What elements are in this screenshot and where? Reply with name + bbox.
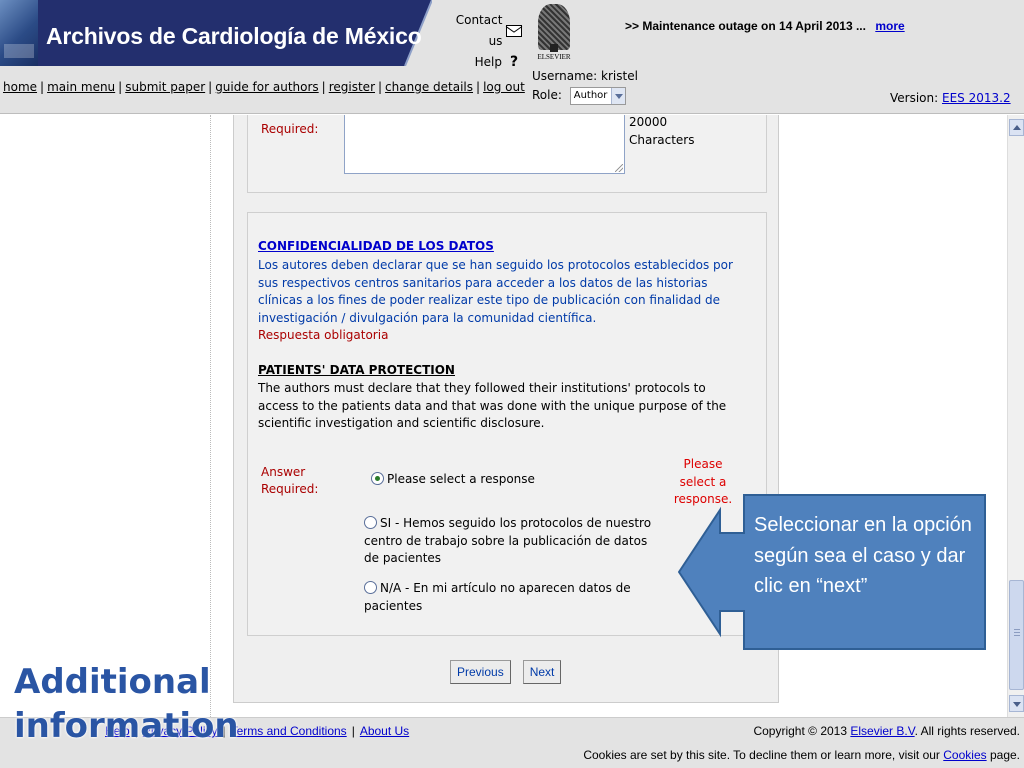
- character-limit: 20000 Characters: [629, 115, 695, 147]
- version-info: Version: EES 2013.2: [890, 91, 1011, 105]
- help-link[interactable]: Help ?: [440, 52, 522, 73]
- option-select-response[interactable]: Please select a response: [371, 471, 671, 489]
- slide-title: Additional information: [14, 662, 239, 746]
- option-label: SI - Hemos seguido los protocolos de nue…: [364, 516, 652, 565]
- form-navigation: Previous Next: [450, 660, 562, 684]
- footer-terms-link[interactable]: Terms and Conditions: [231, 724, 347, 738]
- chevron-down-icon: [611, 87, 626, 104]
- instruction-callout: Seleccionar en la opción según sea el ca…: [678, 494, 987, 650]
- version-link[interactable]: EES 2013.2: [942, 91, 1011, 105]
- elsevier-logo: ELSEVIER: [532, 4, 576, 64]
- callout-text: Seleccionar en la opción según sea el ca…: [754, 514, 972, 597]
- main-navigation: home | main menu | submit paper | guide for au…: [3, 80, 525, 94]
- elsevier-wordmark: ELSEVIER: [537, 53, 571, 61]
- cookies-notice: Cookies are set by this site. To decline…: [583, 748, 1020, 762]
- role-select[interactable]: Author: [569, 86, 627, 105]
- left-column: [0, 115, 211, 717]
- maintenance-more-link[interactable]: more: [875, 19, 904, 33]
- radio-selected-icon[interactable]: [371, 472, 384, 485]
- version-label: Version:: [890, 91, 939, 105]
- previous-question-panel: Required: 20000 Characters: [247, 115, 767, 193]
- copyright-notice: Copyright © 2013 Elsevier B.V. All right…: [753, 724, 1020, 738]
- maintenance-text: >> Maintenance outage on 14 April 2013 .…: [625, 19, 866, 33]
- next-button[interactable]: Next: [522, 660, 562, 684]
- english-heading: PATIENTS' DATA PROTECTION: [258, 363, 455, 377]
- journal-logo: [0, 0, 38, 66]
- contact-us-label: Contact us: [455, 13, 503, 48]
- contact-help-box: Contact us Help ?: [440, 10, 522, 73]
- scroll-thumb[interactable]: [1009, 580, 1024, 690]
- previous-button[interactable]: Previous: [450, 660, 511, 684]
- role-row: Role: Author: [532, 86, 638, 105]
- help-label: Help: [474, 55, 502, 69]
- option-label: N/A - En mi artículo no aparecen datos d…: [364, 581, 631, 613]
- envelope-icon: [506, 25, 522, 37]
- elsevier-link[interactable]: Elsevier B.V: [850, 724, 914, 738]
- scroll-down-arrow-icon[interactable]: [1009, 695, 1024, 712]
- answer-required-label: Answer Required:: [261, 465, 319, 496]
- english-description: The authors must declare that they follo…: [258, 381, 727, 430]
- scroll-up-arrow-icon[interactable]: [1009, 119, 1024, 136]
- role-select-value: Author: [573, 90, 608, 101]
- option-si[interactable]: SI - Hemos seguido los protocolos de nue…: [364, 515, 664, 568]
- nav-submit-paper[interactable]: submit paper: [125, 80, 205, 94]
- nav-home[interactable]: home: [3, 80, 37, 94]
- mandatory-note: Respuesta obligatoria: [258, 328, 389, 342]
- spanish-heading-link[interactable]: CONFIDENCIALIDAD DE LOS DATOS: [258, 239, 494, 253]
- radio-icon[interactable]: [364, 581, 377, 594]
- option-label: Please select a response: [387, 472, 535, 486]
- nav-main-menu[interactable]: main menu: [47, 80, 115, 94]
- response-textarea[interactable]: [344, 115, 625, 174]
- username-text: Username: kristel: [532, 69, 638, 83]
- nav-register[interactable]: register: [329, 80, 375, 94]
- cookies-link[interactable]: Cookies: [943, 748, 986, 762]
- spanish-description: Los autores deben declarar que se han se…: [258, 258, 733, 325]
- journal-banner: Archivos de Cardiología de México: [0, 0, 432, 66]
- question-mark-icon: ?: [509, 54, 519, 70]
- contact-us-link[interactable]: Contact us: [440, 10, 522, 52]
- vertical-scrollbar[interactable]: [1007, 115, 1024, 717]
- radio-icon[interactable]: [364, 516, 377, 529]
- role-label: Role:: [532, 88, 562, 102]
- nav-change-details[interactable]: change details: [385, 80, 473, 94]
- journal-title: Archivos de Cardiología de México: [46, 23, 422, 49]
- nav-guide-for-authors[interactable]: guide for authors: [215, 80, 318, 94]
- nav-log-out[interactable]: log out: [483, 80, 525, 94]
- required-label: Required:: [261, 122, 319, 136]
- header-bar: Archivos de Cardiología de México Contac…: [0, 0, 1024, 114]
- footer-about-link[interactable]: About Us: [360, 724, 409, 738]
- maintenance-notice: >> Maintenance outage on 14 April 2013 .…: [625, 19, 905, 33]
- option-na[interactable]: N/A - En mi artículo no aparecen datos d…: [364, 580, 664, 615]
- user-info: Username: kristel Role: Author: [532, 67, 638, 105]
